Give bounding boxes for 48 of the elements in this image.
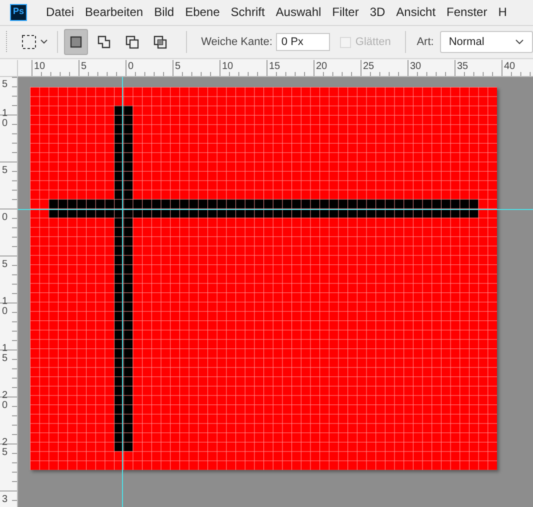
ruler-label: 3 [2, 495, 8, 505]
ruler-label: 25 [363, 61, 374, 73]
add-mode-icon [96, 34, 112, 50]
menu-item[interactable]: Filter [332, 3, 359, 21]
grip-icon [5, 31, 8, 53]
marquee-icon [21, 34, 38, 50]
ruler-label: 0 [2, 213, 8, 223]
style-dropdown[interactable]: Normal [440, 31, 533, 53]
menu-item[interactable]: 3D [370, 3, 386, 21]
menu-item[interactable]: Ansicht [396, 3, 436, 21]
app-logo[interactable]: Ps [10, 4, 27, 20]
ruler-label: 10 [2, 297, 8, 317]
menu-item[interactable]: Schrift [230, 3, 265, 21]
ruler-label: 0 [128, 61, 134, 73]
selection-mode-button[interactable] [64, 29, 88, 55]
menu-item[interactable]: H [498, 3, 507, 21]
ruler-label: 5 [2, 166, 8, 176]
menu-item[interactable]: Bearbeiten [85, 3, 144, 21]
ruler-label: 15 [269, 61, 280, 73]
ruler-label: 20 [2, 391, 8, 411]
new-mode-icon [68, 34, 84, 50]
ruler-label: 25 [2, 438, 8, 458]
menu-item[interactable]: Datei [46, 3, 74, 21]
menu-item[interactable]: Bild [154, 3, 174, 21]
antialias-label: Glätten [355, 34, 391, 50]
ruler-label: 30 [410, 61, 422, 73]
subtract-mode-icon [124, 34, 140, 50]
style-label: Art: [416, 34, 434, 50]
ruler-label: 5 [81, 61, 87, 73]
ruler-label: 10 [222, 61, 234, 73]
ruler-label: 35 [457, 61, 468, 73]
menu-item[interactable]: Ebene [185, 3, 220, 21]
feather-label: Weiche Kante: [201, 34, 272, 50]
ruler-label: 20 [316, 61, 328, 73]
ruler-label: 40 [504, 61, 516, 73]
menu-item[interactable]: Auswahl [276, 3, 322, 21]
feather-field[interactable]: 0 Px [276, 33, 330, 51]
ruler-label: 5 [175, 61, 181, 73]
caret-icon [40, 39, 48, 45]
ruler-label: 10 [34, 61, 46, 73]
intersect-mode-icon [152, 34, 168, 50]
ruler-label: 5 [2, 260, 8, 270]
chevron-down-icon [514, 39, 524, 45]
ruler-label: 10 [2, 109, 8, 129]
ruler-label: 15 [2, 344, 8, 364]
ruler-label: 5 [2, 80, 8, 90]
marquee-tool-button[interactable] [21, 34, 48, 50]
menu-item[interactable]: Fenster [446, 3, 488, 21]
